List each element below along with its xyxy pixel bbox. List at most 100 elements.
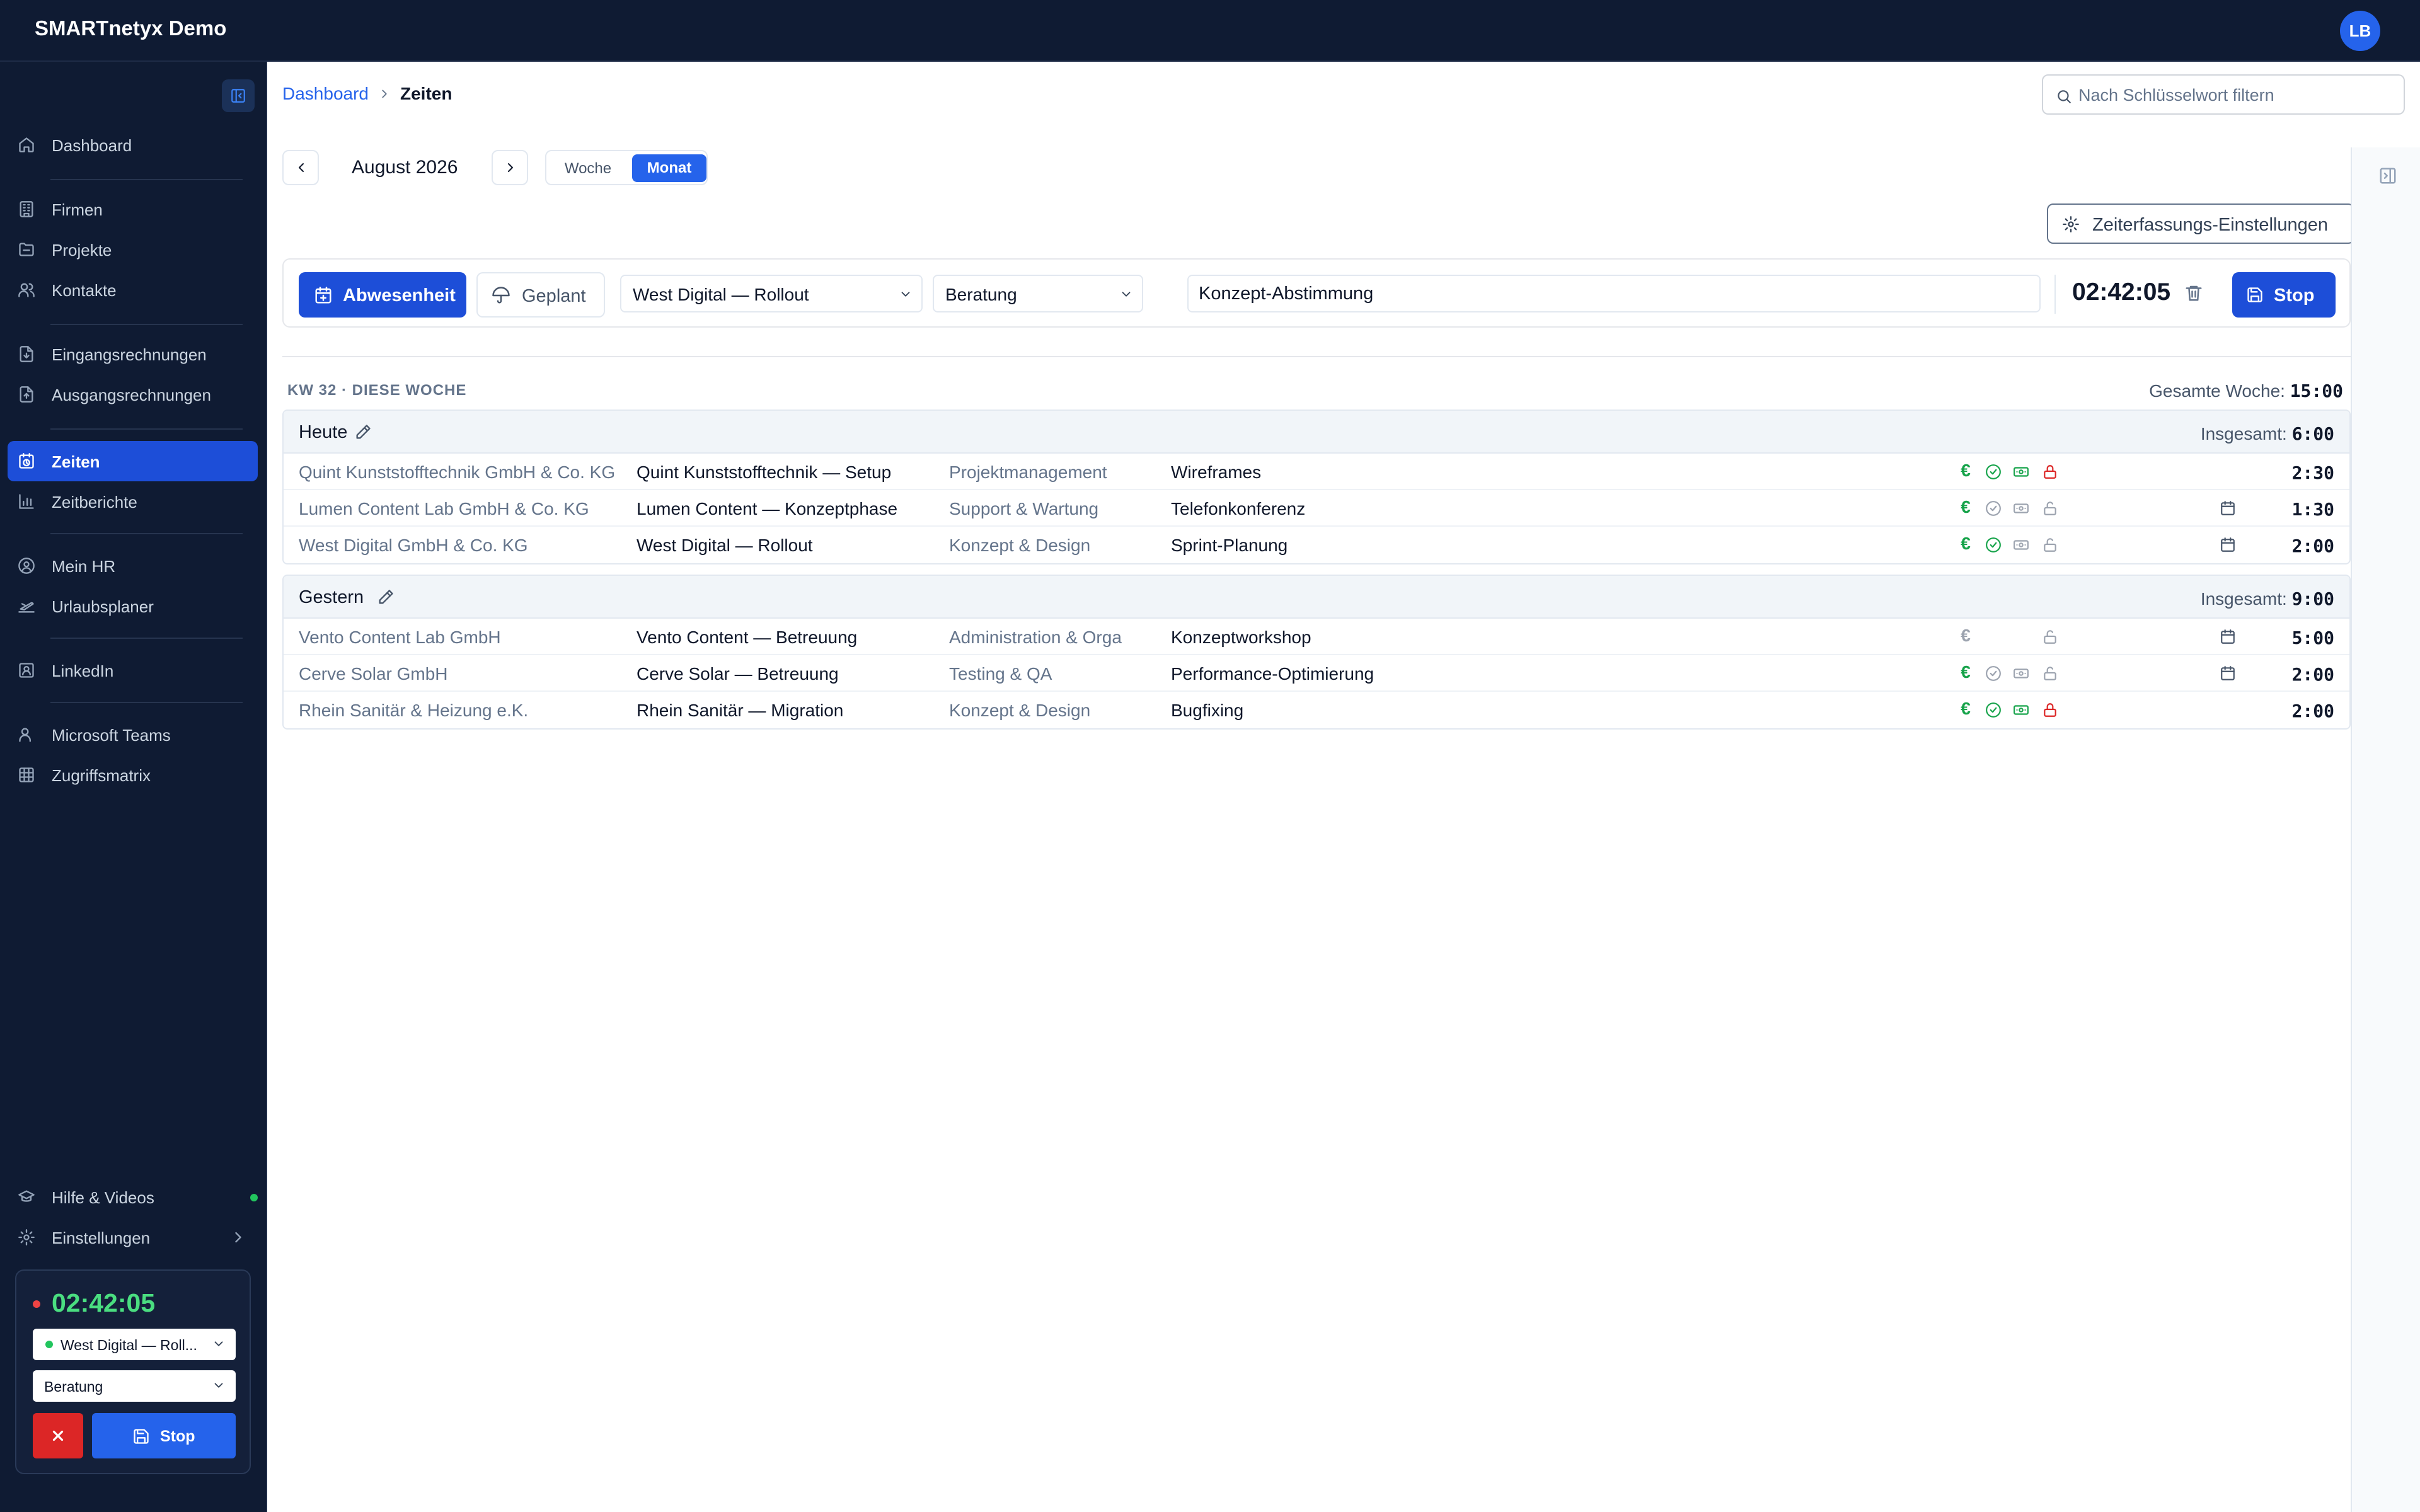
calendar-icon: [2221, 666, 2235, 680]
lock-icon[interactable]: [2042, 464, 2058, 480]
day-header: Gestern Insgesamt: 9:00: [284, 576, 2349, 619]
sidebar-item-dashboard[interactable]: Dashboard: [8, 125, 258, 165]
users-icon: [18, 283, 35, 297]
divider: [2054, 275, 2056, 314]
user-avatar[interactable]: LB: [2340, 11, 2380, 51]
sidebar-item-zeiten[interactable]: Zeiten: [8, 441, 258, 481]
entry-duration: 1:30: [2291, 499, 2334, 520]
sidebar-item-zeitberichte[interactable]: Zeitberichte: [8, 481, 258, 522]
time-tracking-settings-button[interactable]: Zeiterfassungs-Einstellungen: [2047, 203, 2354, 244]
search-input[interactable]: [2078, 84, 2394, 106]
banknote-icon: [2014, 540, 2029, 550]
sidebar-item-help[interactable]: Hilfe & Videos: [8, 1177, 258, 1217]
breadcrumb-link-dashboard[interactable]: Dashboard: [282, 84, 369, 104]
timer-activity-select[interactable]: Beratung: [33, 1370, 236, 1402]
chart-icon: [19, 494, 34, 509]
entry-company: Cerve Solar GmbH: [299, 664, 448, 684]
entry-activity: Konzept & Design: [949, 536, 1091, 555]
time-entry-row[interactable]: Quint Kunststofftechnik GmbH & Co. KG Qui…: [284, 454, 2349, 490]
day-header: Heute Insgesamt: 6:00: [284, 411, 2349, 454]
breadcrumb-current: Zeiten: [400, 84, 452, 103]
entry-company: Quint Kunststofftechnik GmbH & Co. KG: [299, 462, 616, 482]
trash-icon[interactable]: [2184, 284, 2203, 302]
user-circle-icon: [18, 558, 35, 574]
entry-duration: 5:00: [2291, 627, 2334, 648]
building-icon: [20, 201, 33, 217]
previous-period-button[interactable]: [282, 150, 319, 185]
chevron-right-icon: [235, 1232, 241, 1243]
panel-expand-icon[interactable]: [2378, 166, 2397, 185]
right-side-panel: [2351, 147, 2420, 1512]
sidebar-item-microsoft-teams[interactable]: Microsoft Teams: [8, 714, 258, 755]
tab-week[interactable]: Woche: [555, 156, 621, 182]
banknote-icon: [2014, 705, 2029, 715]
divider: [50, 702, 243, 703]
entry-duration: 2:30: [2291, 462, 2334, 483]
sidebar-item-linkedin[interactable]: LinkedIn: [8, 650, 258, 690]
sidebar: Dashboard Firmen Projekte Kontakte Einga…: [0, 62, 267, 1512]
sidebar-item-zugriffsmatrix[interactable]: Zugriffsmatrix: [8, 755, 258, 795]
day-group: Heute Insgesamt: 6:00 Quint Kunststofftech…: [282, 410, 2351, 564]
sidebar-item-label: Firmen: [52, 200, 103, 219]
plane-icon: [18, 602, 35, 613]
sidebar-item-ausgangsrechnungen[interactable]: Ausgangsrechnungen: [8, 374, 258, 415]
entry-project: Rhein Sanitär — Migration: [637, 701, 844, 720]
project-select[interactable]: West Digital — Rollout: [620, 275, 923, 312]
timer-project-select[interactable]: West Digital — Roll...: [33, 1329, 236, 1360]
unlock-icon[interactable]: [2042, 629, 2058, 645]
absence-button[interactable]: Abwesenheit: [299, 272, 466, 318]
stop-button[interactable]: Stop: [2232, 272, 2336, 318]
unlock-icon[interactable]: [2042, 537, 2058, 553]
time-entry-row[interactable]: Lumen Content Lab GmbH & Co. KG Lumen Con…: [284, 490, 2349, 527]
time-entry-row[interactable]: Cerve Solar GmbH Cerve Solar — Betreuung T…: [284, 655, 2349, 692]
entry-activity: Support & Wartung: [949, 499, 1099, 518]
sidebar-item-mein-hr[interactable]: Mein HR: [8, 546, 258, 586]
time-entry-row[interactable]: Rhein Sanitär & Heizung e.K. Rhein Sanitä…: [284, 692, 2349, 728]
lock-icon[interactable]: [2042, 702, 2058, 718]
next-period-button[interactable]: [492, 150, 528, 185]
project-color-dot: [45, 1341, 53, 1348]
description-input[interactable]: [1187, 275, 2041, 312]
week-total-label: Gesamte Woche:: [2149, 381, 2285, 401]
day-total-label: Insgesamt:: [2200, 589, 2287, 609]
chevron-down-icon: [214, 1341, 223, 1346]
sidebar-item-label: Projekte: [52, 241, 112, 260]
unlock-icon[interactable]: [2042, 500, 2058, 517]
top-bar: SMARTnetyx Demo LB: [0, 0, 2420, 62]
time-entry-row[interactable]: West Digital GmbH & Co. KG West Digital —…: [284, 527, 2349, 563]
sidebar-collapse-button[interactable]: [222, 79, 255, 112]
sidebar-item-label: Mein HR: [52, 557, 116, 576]
timer-cancel-button[interactable]: [33, 1413, 83, 1458]
divider: [50, 428, 243, 430]
activity-select[interactable]: Beratung: [933, 275, 1143, 312]
chevron-down-icon: [901, 292, 910, 297]
day-title: Heute: [299, 422, 348, 442]
unlock-icon[interactable]: [2042, 665, 2058, 682]
entry-task: Konzeptworkshop: [1171, 627, 1311, 647]
sidebar-item-firmen[interactable]: Firmen: [8, 189, 258, 229]
entry-duration: 2:00: [2291, 536, 2334, 556]
time-entry-row[interactable]: Vento Content Lab GmbH Vento Content — Be…: [284, 619, 2349, 655]
pencil-icon[interactable]: [377, 588, 395, 606]
sidebar-item-eingangsrechnungen[interactable]: Eingangsrechnungen: [8, 334, 258, 374]
tab-month[interactable]: Monat: [632, 154, 706, 182]
entry-project: Vento Content — Betreuung: [637, 627, 858, 647]
gear-icon: [18, 1229, 35, 1246]
sidebar-item-settings[interactable]: Einstellungen: [8, 1217, 258, 1257]
entry-activity: Projektmanagement: [949, 462, 1107, 482]
sidebar-item-label: Hilfe & Videos: [52, 1188, 154, 1207]
pencil-icon[interactable]: [354, 423, 372, 441]
divider: [50, 638, 243, 639]
sidebar-item-label: Kontakte: [52, 281, 117, 300]
sidebar-item-projekte[interactable]: Projekte: [8, 229, 258, 270]
sidebar-item-kontakte[interactable]: Kontakte: [8, 270, 258, 310]
sidebar-item-urlaubsplaner[interactable]: Urlaubsplaner: [8, 586, 258, 626]
planned-button[interactable]: Geplant: [476, 272, 605, 318]
time-tracker-bar: Abwesenheit Geplant West Digital — Rollo…: [282, 258, 2351, 328]
entry-task: Telefonkonferenz: [1171, 499, 1306, 518]
sidebar-item-label: Ausgangsrechnungen: [52, 386, 211, 404]
grid-icon: [19, 767, 34, 782]
euro-icon: €: [1961, 461, 1971, 480]
timer-stop-button[interactable]: Stop: [92, 1413, 236, 1458]
search-box[interactable]: [2042, 74, 2405, 115]
